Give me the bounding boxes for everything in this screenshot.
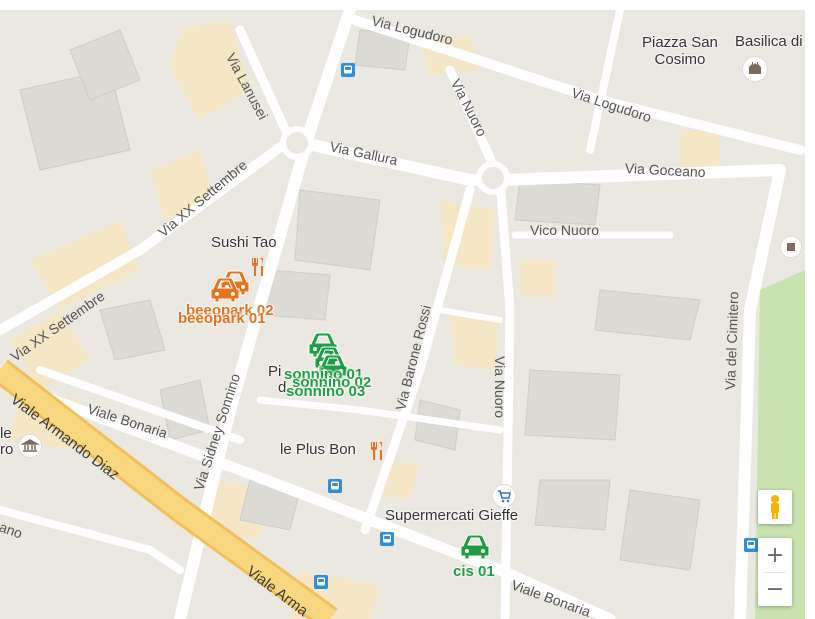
bus-stop-icon[interactable] <box>341 63 355 77</box>
street-label-via-nuoro: Via Nuoro <box>492 356 508 419</box>
car-marker-label[interactable]: sonnino 03 <box>286 383 365 400</box>
place-label-basilica[interactable]: Basilica di <box>735 34 803 50</box>
street-label-vico-nuoro: Vico Nuoro <box>530 222 600 238</box>
zoom-in-button[interactable]: + <box>758 538 792 572</box>
bus-stop-icon[interactable] <box>744 538 758 552</box>
shopping-cart-icon[interactable] <box>492 484 516 508</box>
map-base-layer <box>0 10 805 619</box>
place-label-piazza-partial: Pi <box>268 363 282 380</box>
car-marker-label[interactable]: beeopark 01 <box>178 310 266 327</box>
place-label-supermercati-gieffe[interactable]: Supermercati Gieffe <box>385 508 518 524</box>
place-label-le-plus-bon[interactable]: le Plus Bon <box>280 442 356 458</box>
zoom-control: + − <box>758 538 792 606</box>
museum-icon[interactable] <box>18 434 42 458</box>
place-label-piazza-san-cosimo[interactable]: Piazza San Cosimo <box>642 34 718 68</box>
bus-stop-icon[interactable] <box>328 479 342 493</box>
pegman-icon <box>771 495 779 519</box>
car-marker-label[interactable]: cis 01 <box>453 563 495 580</box>
street-view-pegman-button[interactable] <box>758 490 792 524</box>
place-label-museum-partial: ro <box>0 441 14 458</box>
restaurant-icon[interactable] <box>369 442 383 460</box>
bus-stop-icon[interactable] <box>380 532 394 546</box>
restaurant-icon[interactable] <box>250 258 264 276</box>
place-label-sushi-tao[interactable]: Sushi Tao <box>211 235 277 251</box>
car-marker-icon[interactable] <box>208 275 242 305</box>
zoom-out-button[interactable]: − <box>758 572 792 606</box>
place-label-museum-partial: le <box>0 425 12 442</box>
poi-icon[interactable] <box>780 236 802 258</box>
bus-stop-icon[interactable] <box>314 575 328 589</box>
church-icon[interactable] <box>742 56 768 82</box>
car-marker-icon[interactable] <box>458 532 492 562</box>
map-view[interactable]: Via Logudoro Via Logudoro Via Lanusei Vi… <box>0 10 805 619</box>
